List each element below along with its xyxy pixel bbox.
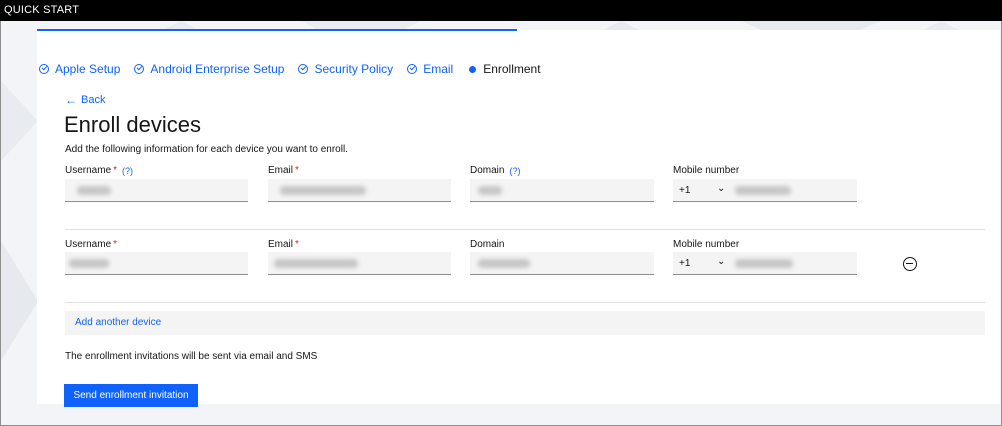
username-input[interactable] (65, 179, 248, 202)
step-label: Email (423, 62, 454, 76)
chevron-down-icon[interactable]: ⌄ (717, 183, 725, 194)
back-label: Back (81, 94, 106, 106)
help-icon[interactable]: (?) (509, 166, 520, 176)
username-input[interactable] (65, 252, 248, 275)
mobile-number-label: Mobile number (673, 165, 740, 176)
required-marker: * (295, 239, 299, 250)
step-security-policy[interactable]: Security Policy (298, 62, 393, 76)
step-email[interactable]: Email (407, 62, 453, 76)
redacted-value (478, 259, 530, 268)
email-input[interactable] (268, 179, 451, 202)
add-another-device-button[interactable]: Add another device (75, 317, 161, 328)
username-label: Username * (?) (65, 165, 134, 176)
redacted-value (69, 259, 109, 268)
checkmark-outline-icon (134, 64, 145, 74)
mobile-number-label: Mobile number (673, 239, 740, 250)
page-title: Enroll devices (64, 112, 201, 137)
mobile-number-input[interactable]: +1 ⌄ (673, 179, 857, 202)
add-device-row: Add another device (65, 311, 985, 335)
required-marker: * (295, 165, 299, 176)
required-marker: * (113, 165, 118, 176)
redacted-value (274, 259, 358, 268)
redacted-value (280, 186, 366, 195)
step-enrollment: Enrollment (467, 62, 541, 76)
step-apple-setup[interactable]: Apple Setup (39, 62, 120, 76)
step-label: Apple Setup (55, 62, 121, 76)
page-subtitle: Add the following information for each d… (65, 144, 348, 155)
send-enrollment-invitation-button[interactable]: Send enrollment invitation (64, 384, 198, 407)
progress-indicator: Apple Setup Android Enterprise Setup Sec… (39, 62, 555, 76)
required-marker: * (113, 239, 118, 250)
device-divider (65, 302, 985, 303)
domain-input[interactable] (470, 179, 654, 202)
checkmark-outline-icon (298, 64, 309, 74)
domain-label: Domain (470, 239, 505, 250)
redacted-value (735, 186, 791, 195)
country-code-select[interactable]: +1 (679, 185, 690, 196)
device-divider (65, 229, 985, 230)
enrollment-panel (37, 30, 1000, 404)
redacted-value (478, 186, 502, 195)
step-label: Enrollment (483, 62, 541, 76)
redacted-value (77, 186, 111, 195)
quick-start-titlebar: QUICK START (0, 0, 1002, 21)
checkmark-outline-icon (39, 64, 49, 74)
app-title: QUICK START (4, 4, 80, 16)
chevron-down-icon[interactable]: ⌄ (717, 256, 725, 267)
circle-filled-icon (469, 65, 477, 73)
help-icon[interactable]: (?) (122, 166, 133, 176)
progress-accent-line (37, 29, 517, 31)
domain-label: Domain (?) (470, 165, 521, 176)
step-android-enterprise-setup[interactable]: Android Enterprise Setup (134, 62, 284, 76)
mobile-number-input[interactable]: +1 ⌄ (673, 252, 857, 275)
remove-device-icon[interactable] (903, 257, 917, 271)
email-label: Email * (268, 239, 299, 250)
domain-input[interactable] (470, 252, 654, 275)
username-label: Username * (65, 239, 118, 250)
email-label: Email * (268, 165, 299, 176)
email-input[interactable] (268, 252, 451, 275)
step-label: Security Policy (314, 62, 394, 76)
step-label: Android Enterprise Setup (150, 62, 285, 76)
back-link[interactable]: ← Back (65, 93, 105, 107)
arrow-left-icon: ← (65, 93, 77, 107)
country-code-select[interactable]: +1 (679, 258, 690, 269)
redacted-value (735, 259, 793, 268)
invitation-note: The enrollment invitations will be sent … (65, 351, 318, 362)
checkmark-outline-icon (407, 64, 418, 74)
